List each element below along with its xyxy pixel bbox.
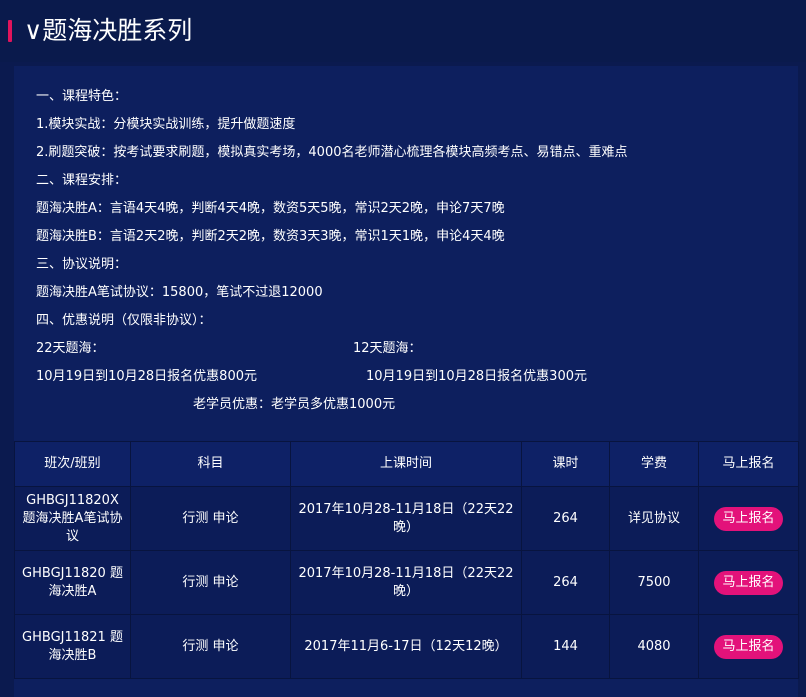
accent-bar (8, 20, 12, 42)
cell-class: GHBGJ11820 题海决胜A (14, 550, 131, 615)
enroll-button[interactable]: 马上报名 (714, 634, 783, 659)
col-header-fee: 学费 (609, 441, 699, 487)
enroll-button[interactable]: 马上报名 (714, 570, 783, 595)
enroll-button[interactable]: 马上报名 (714, 506, 783, 531)
cell-class: GHBGJ11821 题海决胜B (14, 614, 131, 679)
cell-fee: 4080 (609, 614, 699, 679)
table-row: GHBGJ11820X 题海决胜A笔试协议 行测 申论 2017年10月28-1… (14, 486, 799, 551)
discount-22-label: 22天题海： (36, 341, 105, 356)
col-header-subject: 科目 (130, 441, 291, 487)
discount-old-student: 老学员优惠：老学员多优惠1000元 (193, 397, 396, 412)
col-header-hours: 课时 (521, 441, 610, 487)
discount-12-label: 12天题海： (353, 341, 422, 356)
discount-heading: 四、优惠说明（仅限非协议）： (36, 313, 212, 328)
page-title: ∨题海决胜系列 (24, 16, 193, 45)
discount-22-detail: 10月19日到10月28日报名优惠800元 (36, 369, 257, 384)
cell-fee: 详见协议 (609, 486, 699, 551)
col-header-enroll: 马上报名 (698, 441, 799, 487)
cell-time: 2017年11月6-17日（12天12晚） (290, 614, 522, 679)
feature-item-1: 1.模块实战：分模块实战训练，提升做题速度 (36, 117, 296, 132)
cell-time: 2017年10月28-11月18日（22天22晚） (290, 550, 522, 615)
cell-subject: 行测 申论 (130, 486, 291, 551)
cell-subject: 行测 申论 (130, 614, 291, 679)
agreement-a: 题海决胜A笔试协议：15800，笔试不过退12000 (36, 285, 323, 300)
cell-fee: 7500 (609, 550, 699, 615)
cell-enroll: 马上报名 (698, 486, 799, 551)
cell-enroll: 马上报名 (698, 550, 799, 615)
col-header-time: 上课时间 (290, 441, 522, 487)
course-table: 班次/班别 科目 上课时间 课时 学费 马上报名 GHBGJ11820X 题海决… (14, 441, 799, 679)
feature-item-2: 2.刷题突破：按考试要求刷题，模拟真实考场，4000名老师潜心梳理各模块高频考点… (36, 145, 628, 160)
cell-enroll: 马上报名 (698, 614, 799, 679)
agreement-heading: 三、协议说明： (36, 257, 128, 272)
table-row: GHBGJ11820 题海决胜A 行测 申论 2017年10月28-11月18日… (14, 550, 799, 615)
cell-subject: 行测 申论 (130, 550, 291, 615)
features-heading: 一、课程特色： (36, 89, 128, 104)
table-row: GHBGJ11821 题海决胜B 行测 申论 2017年11月6-17日（12天… (14, 614, 799, 679)
cell-class: GHBGJ11820X 题海决胜A笔试协议 (14, 486, 131, 551)
schedule-heading: 二、课程安排： (36, 173, 128, 188)
schedule-b: 题海决胜B：言语2天2晚，判断2天2晚，数资3天3晚，常识1天1晚，申论4天4晚 (36, 229, 505, 244)
cell-hours: 144 (521, 614, 610, 679)
col-header-class: 班次/班别 (14, 441, 131, 487)
cell-time: 2017年10月28-11月18日（22天22晚） (290, 486, 522, 551)
cell-hours: 264 (521, 486, 610, 551)
table-header-row: 班次/班别 科目 上课时间 课时 学费 马上报名 (14, 441, 799, 487)
schedule-a: 题海决胜A：言语4天4晚，判断4天4晚，数资5天5晚，常识2天2晚，申论7天7晚 (36, 201, 505, 216)
page-header: ∨题海决胜系列 (0, 0, 806, 62)
cell-hours: 264 (521, 550, 610, 615)
discount-12-detail: 10月19日到10月28日报名优惠300元 (366, 369, 587, 384)
